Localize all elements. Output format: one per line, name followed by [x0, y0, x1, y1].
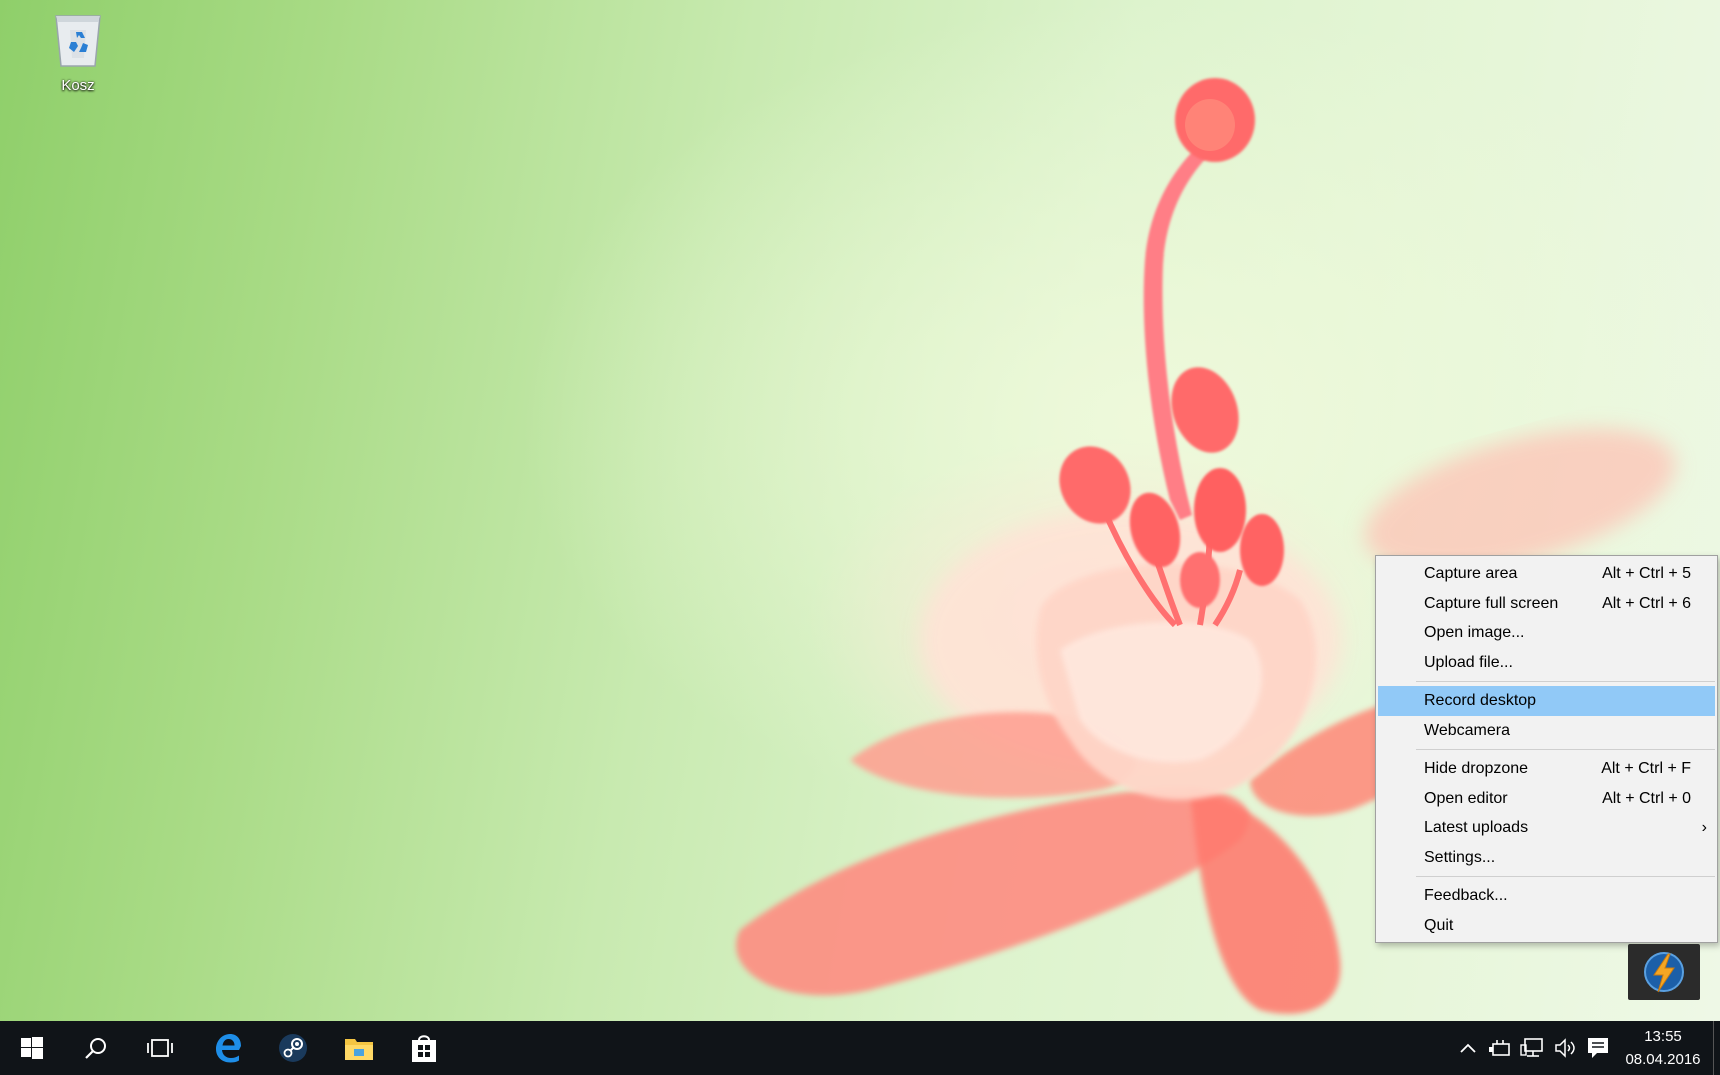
clock-date: 08.04.2016 — [1625, 1051, 1701, 1068]
edge-icon — [216, 1034, 241, 1063]
power-tray-button[interactable] — [1485, 1021, 1513, 1075]
menu-item-shortcut: Alt + Ctrl + 5 — [1602, 565, 1691, 582]
show-desktop-button[interactable] — [1713, 1021, 1720, 1075]
menu-item-label: Webcamera — [1424, 721, 1510, 739]
menu-item-label: Open editor — [1424, 789, 1508, 807]
recycle-bin-icon — [55, 15, 101, 67]
tray-context-menu: Capture area Alt + Ctrl + 5 Capture full… — [1375, 555, 1718, 943]
recycle-bin-desktop-icon[interactable]: Kosz — [40, 8, 116, 94]
task-view-icon — [147, 1039, 173, 1057]
submenu-arrow-icon: › — [1701, 819, 1707, 836]
search-icon — [85, 1038, 106, 1059]
store-icon — [412, 1035, 436, 1062]
menu-item-shortcut: Alt + Ctrl + 6 — [1602, 594, 1691, 612]
taskbar — [0, 1021, 1720, 1075]
menu-item-open-image[interactable]: Open image... — [1378, 618, 1715, 648]
menu-item-record-desktop[interactable]: Record desktop — [1378, 686, 1715, 716]
menu-item-label: Capture full screen — [1424, 594, 1559, 612]
volume-icon — [1555, 1038, 1575, 1058]
menu-item-webcamera[interactable]: Webcamera — [1378, 716, 1715, 746]
menu-item-capture-full-screen[interactable]: Capture full screen Alt + Ctrl + 6 — [1378, 589, 1715, 619]
lightning-app-icon[interactable] — [1642, 950, 1686, 994]
show-hidden-icons-button[interactable] — [1455, 1021, 1481, 1075]
clock-time: 13:55 — [1644, 1028, 1682, 1045]
menu-item-label: Record desktop — [1424, 692, 1537, 709]
start-icon — [21, 1037, 43, 1059]
menu-item-label: Latest uploads — [1424, 819, 1529, 836]
menu-item-shortcut: Alt + Ctrl + F — [1601, 760, 1691, 777]
tray-overflow-popup — [1628, 944, 1700, 1000]
menu-item-quit[interactable]: Quit — [1378, 911, 1715, 941]
menu-item-capture-area[interactable]: Capture area Alt + Ctrl + 5 — [1378, 559, 1715, 589]
menu-item-hide-dropzone[interactable]: Hide dropzone Alt + Ctrl + F — [1378, 754, 1715, 784]
menu-item-latest-uploads[interactable]: Latest uploads › — [1378, 813, 1715, 843]
file-explorer-icon — [345, 1039, 373, 1060]
recycle-bin-label: Kosz — [61, 77, 95, 94]
menu-separator — [1416, 681, 1715, 682]
volume-tray-button[interactable] — [1551, 1021, 1581, 1075]
steam-icon — [279, 1034, 307, 1062]
edge-taskbar-button[interactable] — [196, 1021, 260, 1075]
file-explorer-taskbar-button[interactable] — [327, 1021, 391, 1075]
menu-item-label: Open image... — [1424, 624, 1525, 641]
menu-item-label: Quit — [1424, 916, 1454, 934]
menu-item-label: Upload file... — [1424, 653, 1513, 671]
menu-item-feedback[interactable]: Feedback... — [1378, 881, 1715, 911]
menu-item-upload-file[interactable]: Upload file... — [1378, 648, 1715, 678]
search-button[interactable] — [64, 1021, 128, 1075]
taskbar-clock[interactable]: 13:55 08.04.2016 — [1617, 1025, 1709, 1071]
menu-separator — [1416, 876, 1715, 877]
action-center-icon — [1588, 1038, 1608, 1058]
network-icon — [1520, 1038, 1543, 1057]
power-icon — [1489, 1040, 1510, 1056]
network-tray-button[interactable] — [1517, 1021, 1547, 1075]
store-taskbar-button[interactable] — [392, 1021, 456, 1075]
menu-item-label: Feedback... — [1424, 887, 1508, 904]
menu-item-settings[interactable]: Settings... — [1378, 843, 1715, 873]
action-center-button[interactable] — [1583, 1021, 1613, 1075]
menu-separator — [1416, 749, 1715, 750]
desktop-wallpaper: Kosz Capture area Alt + Ctrl + 5 Capture… — [0, 0, 1720, 1021]
menu-item-open-editor[interactable]: Open editor Alt + Ctrl + 0 — [1378, 784, 1715, 814]
steam-taskbar-button[interactable] — [261, 1021, 325, 1075]
menu-item-label: Settings... — [1424, 848, 1496, 866]
start-button[interactable] — [0, 1021, 64, 1075]
menu-item-label: Capture area — [1424, 565, 1518, 582]
menu-item-shortcut: Alt + Ctrl + 0 — [1602, 789, 1691, 807]
menu-item-label: Hide dropzone — [1424, 760, 1529, 777]
chevron-up-icon — [1460, 1043, 1476, 1053]
task-view-button[interactable] — [128, 1021, 192, 1075]
